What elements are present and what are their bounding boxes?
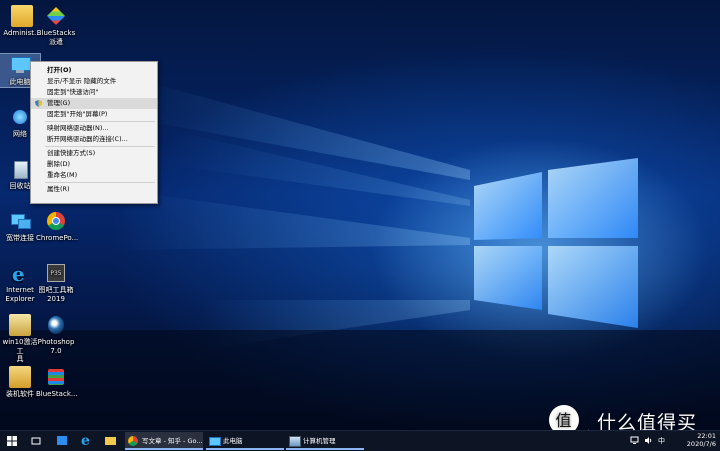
volume-icon — [645, 437, 652, 444]
bluestacks-icon — [45, 5, 67, 27]
task-view-button[interactable] — [28, 431, 44, 451]
taskbar: e 写文章 - 知乎 - Go... 此电脑 计算机管理 中 22:01 202… — [0, 430, 720, 451]
folder-icon — [105, 437, 116, 445]
windows-start-icon — [7, 436, 17, 446]
chrome-icon — [128, 436, 138, 446]
desktop-icon-internet-explorer[interactable]: e Internet Explorer — [0, 262, 40, 303]
recycle-bin-icon — [9, 158, 31, 180]
internet-explorer-icon: e — [12, 262, 25, 286]
icon-label-line1: win10激活工 — [2, 338, 38, 355]
taskbar-app-store[interactable] — [54, 431, 70, 451]
toolbox-badge: P35 — [47, 264, 65, 282]
watermark-text: 值 什么值得买 — [570, 412, 698, 430]
network-icon — [630, 436, 639, 444]
icon-label-line2: 派遣 — [49, 37, 63, 46]
desktop-icon-bluestacks-multi[interactable]: BlueStacks 派遣 — [36, 5, 76, 46]
computer-icon — [209, 437, 221, 446]
desktop-background: Administ... 此电脑 网络 回收站 宽带连接 e Internet E… — [0, 0, 720, 430]
computer-icon — [9, 54, 31, 76]
menu-separator — [45, 146, 155, 147]
network-icon — [9, 106, 31, 128]
menu-item-disconnect-network-drive[interactable]: 断开网络驱动器的连接(C)... — [31, 134, 157, 145]
desktop-icon-chrome[interactable]: ChromePo... — [36, 210, 79, 243]
menu-separator — [45, 182, 155, 183]
svg-text:值: 值 — [555, 411, 572, 430]
icon-label-line1: Photoshop — [37, 338, 75, 346]
tray-volume-icon[interactable] — [644, 436, 653, 447]
menu-item-manage[interactable]: 管理(G) — [31, 98, 157, 109]
icon-label: BlueStack... — [36, 390, 78, 398]
taskbar-app-ie[interactable]: e — [78, 431, 94, 451]
icon-label: 装机软件 — [6, 390, 34, 398]
menu-item-properties[interactable]: 属性(R) — [31, 184, 157, 195]
broadband-connection-icon — [9, 210, 31, 232]
menu-item-label: 管理(G) — [47, 99, 71, 107]
icon-label-line2: 具 — [16, 355, 24, 363]
bluestacks-app-icon — [45, 366, 67, 388]
desktop-icon-install-software[interactable]: 装机软件 — [0, 366, 40, 399]
clock-time: 22:01 — [697, 432, 716, 440]
icon-label: ChromePo... — [36, 234, 79, 242]
shield-icon — [35, 100, 42, 107]
icon-label: 宽带连接 — [6, 234, 34, 242]
desktop-icon-photoshop[interactable]: Photoshop 7.0 — [36, 314, 76, 355]
desktop-icon-broadband[interactable]: 宽带连接 — [0, 210, 40, 243]
computer-management-icon — [289, 436, 301, 447]
chrome-icon — [45, 210, 67, 232]
icon-label-line1: Internet — [6, 286, 34, 294]
icon-label-line2: Explorer — [5, 294, 35, 303]
tray-clock[interactable]: 22:01 2020/7/6 — [672, 432, 716, 448]
menu-separator — [45, 121, 155, 122]
menu-item-delete[interactable]: 删除(D) — [31, 159, 157, 170]
smzdm-logo-icon: 值 — [549, 405, 579, 430]
icon-label-line2: 7.0 — [50, 346, 62, 355]
activation-tool-icon — [9, 314, 31, 336]
menu-item-create-shortcut[interactable]: 创建快捷方式(S) — [31, 148, 157, 159]
windows-logo-wallpaper — [474, 158, 638, 328]
store-icon — [57, 436, 67, 445]
icon-label-line2: 2019 — [47, 294, 65, 303]
photoshop-icon — [45, 314, 67, 336]
menu-item-pin-quick-access[interactable]: 固定到"快速访问" — [31, 87, 157, 98]
tray-network-icon[interactable] — [630, 436, 639, 447]
desktop-icon-win10-activation-tool[interactable]: win10激活工 具 — [0, 314, 40, 364]
software-folder-icon — [9, 366, 31, 388]
taskbar-app-computer-management[interactable]: 计算机管理 — [286, 432, 364, 450]
taskbar-app-this-pc-window[interactable]: 此电脑 — [206, 432, 284, 450]
desktop-icon-bluestacks[interactable]: BlueStack... — [36, 366, 78, 399]
menu-item-map-network-drive[interactable]: 映射网络驱动器(N)... — [31, 123, 157, 134]
icon-label-line1: 图吧工具箱 — [38, 286, 74, 294]
task-view-icon — [31, 437, 41, 445]
taskbar-app-chrome-window[interactable]: 写文章 - 知乎 - Go... — [125, 432, 203, 450]
desktop-icon-toolbox-2019[interactable]: P35 图吧工具箱 2019 — [36, 262, 76, 303]
clock-date: 2020/7/6 — [686, 440, 716, 448]
icon-label-line1: BlueStacks — [36, 29, 76, 37]
internet-explorer-icon: e — [81, 433, 90, 449]
start-button[interactable] — [4, 431, 20, 451]
tray-ime-indicator[interactable]: 中 — [658, 436, 665, 446]
context-menu: 打开(O) 显示/不显示 隐藏的文件 固定到"快速访问" 管理(G) 固定到"开… — [30, 61, 158, 204]
menu-item-toggle-hidden-files[interactable]: 显示/不显示 隐藏的文件 — [31, 76, 157, 87]
user-folder-icon — [11, 5, 33, 27]
taskbar-app-explorer[interactable] — [102, 431, 118, 451]
menu-item-rename[interactable]: 重命名(M) — [31, 170, 157, 181]
menu-item-open[interactable]: 打开(O) — [31, 65, 157, 76]
watermark-logo: 值 值 什么值得买 — [548, 402, 716, 430]
toolbox-icon: P35 — [45, 262, 67, 284]
menu-item-pin-start[interactable]: 固定到"开始"屏幕(P) — [31, 109, 157, 120]
